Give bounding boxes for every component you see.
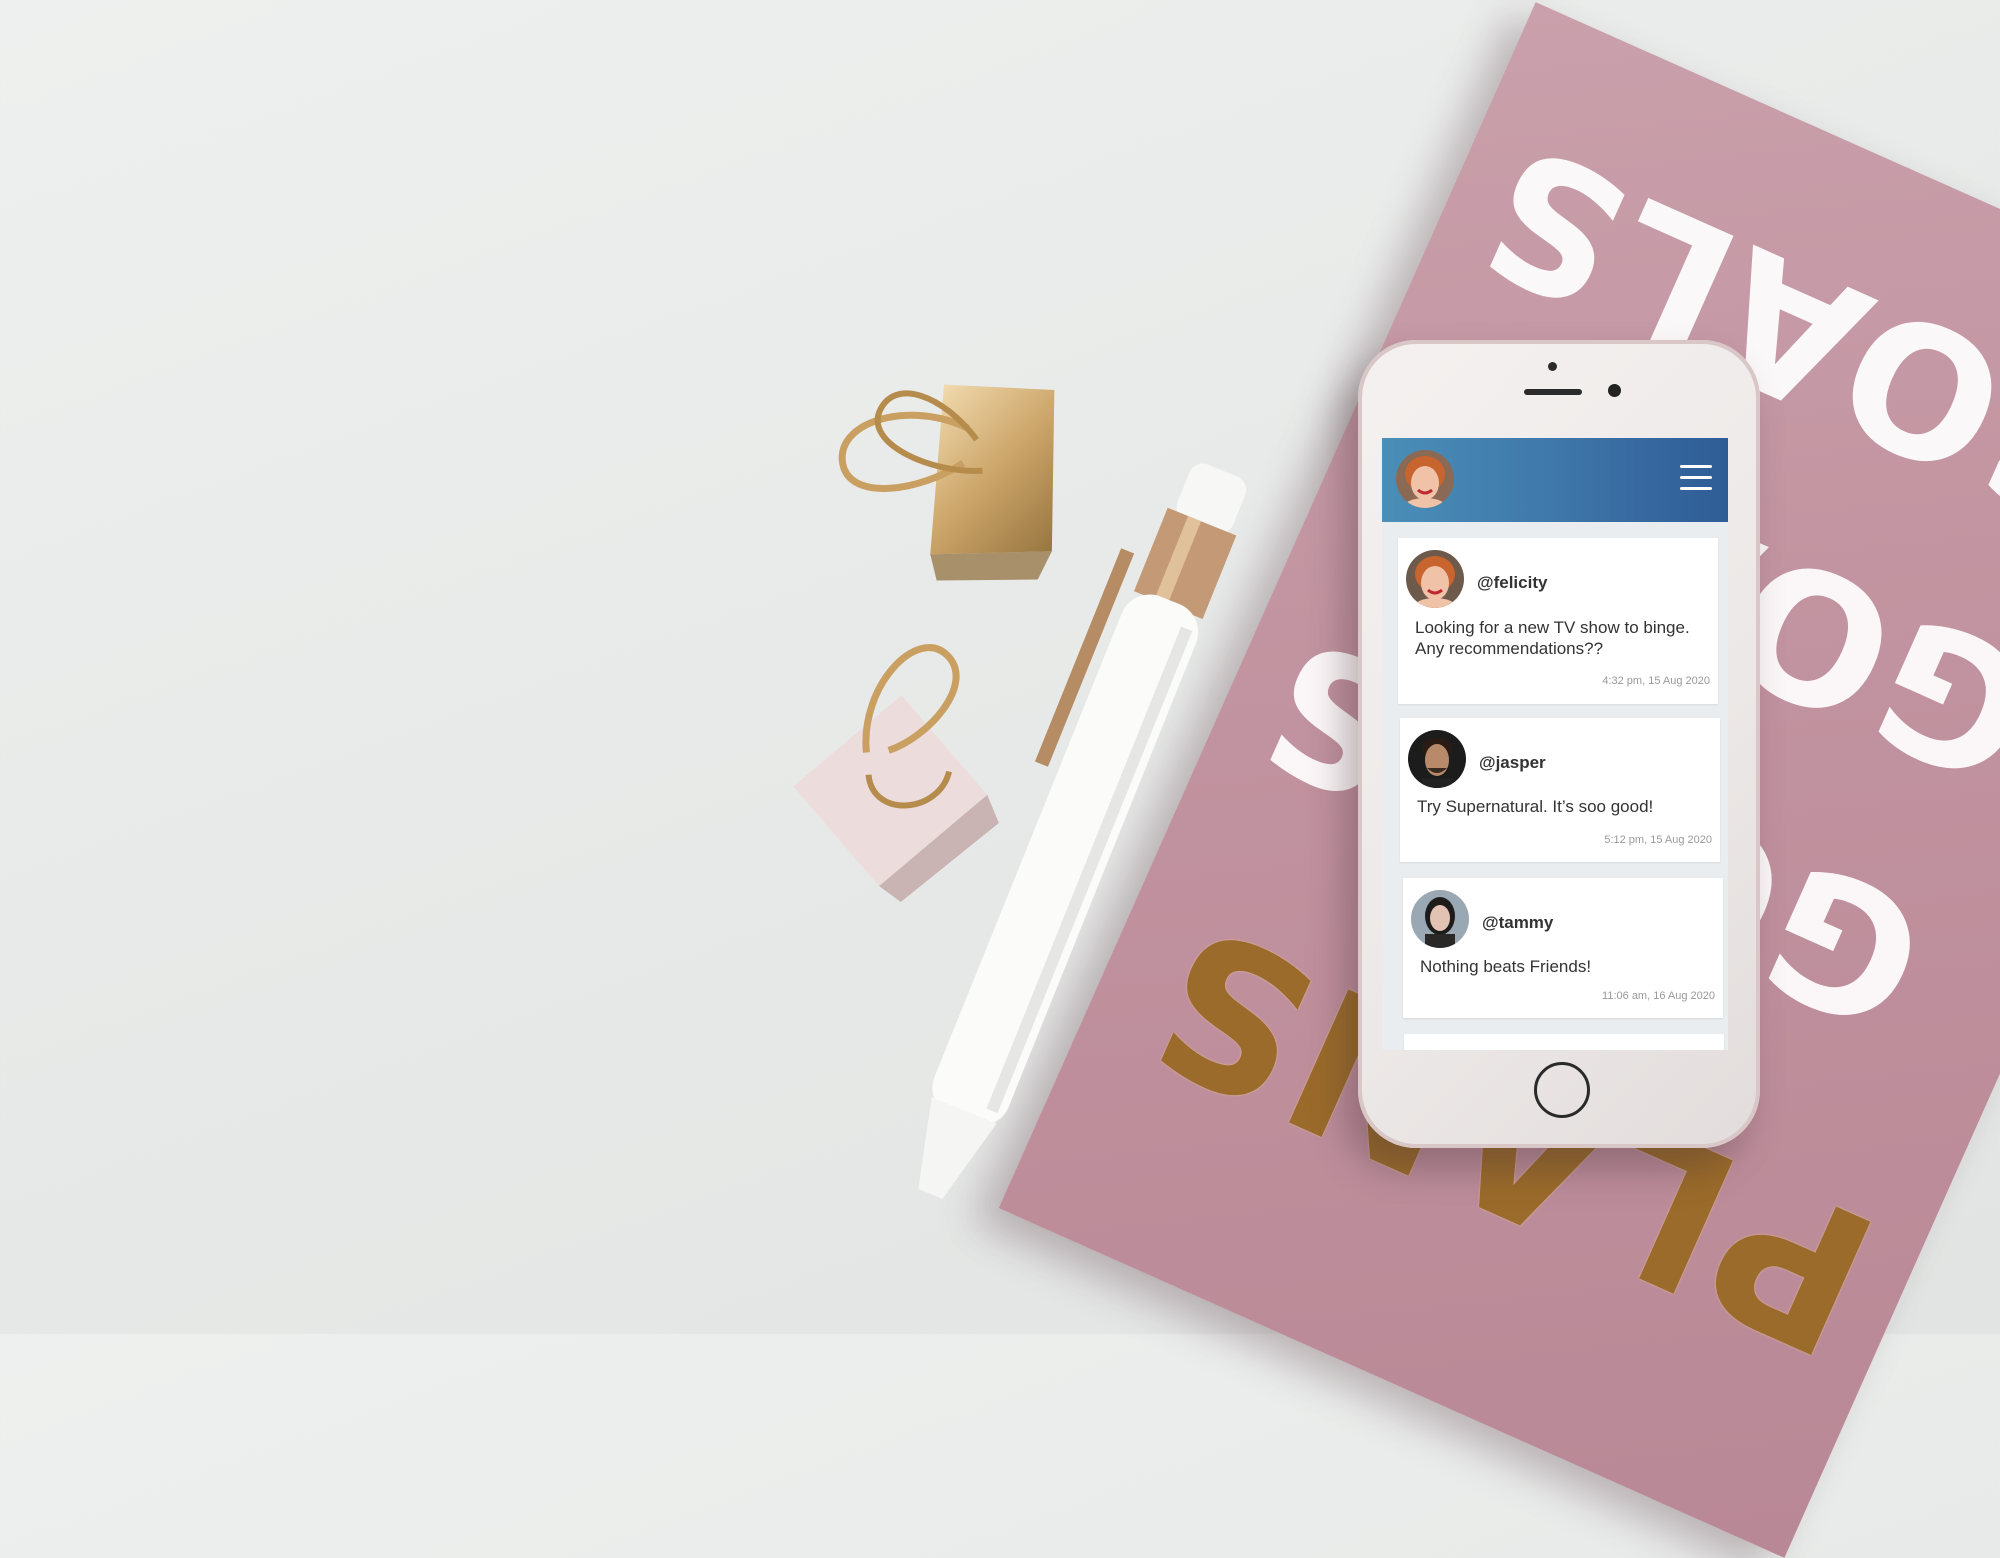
post-card[interactable]: @tammy Nothing beats Friends! 11:06 am, … <box>1403 878 1723 1018</box>
profile-avatar[interactable] <box>1396 450 1454 508</box>
post-text: Nothing beats Friends! <box>1420 957 1592 976</box>
user-avatar[interactable] <box>1408 730 1466 788</box>
smartphone: @felicity Looking for a new TV show to b… <box>1358 340 1760 1148</box>
post-text: Looking for a new TV show to binge. Any … <box>1415 618 1690 658</box>
user-avatar[interactable] <box>1412 1046 1470 1050</box>
user-avatar[interactable] <box>1406 550 1464 608</box>
post-card[interactable] <box>1404 1034 1724 1050</box>
post-username[interactable]: @jasper <box>1479 753 1546 773</box>
desk-scene: GOALS GOALS GOALS PLANS <box>0 0 2000 1558</box>
phone-screen: @felicity Looking for a new TV show to b… <box>1382 438 1728 1050</box>
user-avatar[interactable] <box>1411 890 1469 948</box>
post-card[interactable]: @felicity Looking for a new TV show to b… <box>1398 538 1718 704</box>
post-username[interactable]: @tammy <box>1482 913 1553 933</box>
earpiece-speaker <box>1524 389 1582 395</box>
post-timestamp: 4:32 pm, 15 Aug 2020 <box>1602 675 1710 687</box>
post-text: Try Supernatural. It’s soo good! <box>1417 797 1654 816</box>
home-button[interactable] <box>1534 1062 1590 1118</box>
app-header <box>1382 438 1728 522</box>
sensor-dot <box>1548 362 1557 371</box>
hamburger-menu-icon[interactable] <box>1680 465 1712 491</box>
post-username[interactable]: @felicity <box>1477 573 1547 593</box>
post-card[interactable]: @jasper Try Supernatural. It’s soo good!… <box>1400 718 1720 862</box>
front-camera <box>1608 384 1621 397</box>
white-pen <box>918 463 1247 1199</box>
post-timestamp: 5:12 pm, 15 Aug 2020 <box>1604 834 1712 846</box>
post-timestamp: 11:06 am, 16 Aug 2020 <box>1602 990 1715 1002</box>
